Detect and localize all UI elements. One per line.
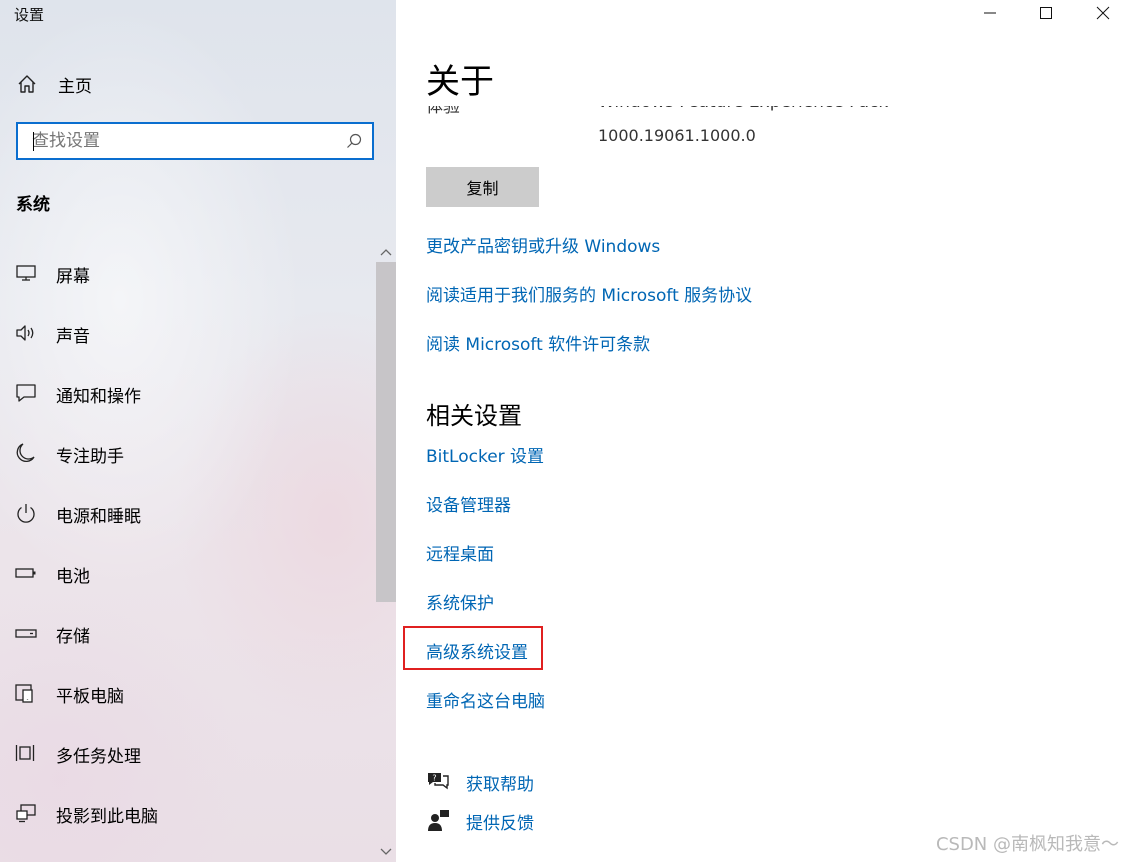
- feedback-icon: [428, 810, 449, 831]
- sidebar-item-label: 多任务处理: [56, 747, 141, 767]
- search-icon[interactable]: [346, 133, 362, 149]
- scroll-up-icon[interactable]: [379, 246, 393, 258]
- main-content: 体验 Windows Feature Experience Pack 关于 10…: [396, 0, 1127, 862]
- maximize-icon: [1040, 7, 1052, 19]
- app-title: 设置: [14, 6, 45, 24]
- close-button[interactable]: [1081, 0, 1125, 26]
- project-icon: [16, 804, 36, 823]
- give-feedback-link[interactable]: 提供反馈: [426, 808, 534, 834]
- experience-version: 1000.19061.1000.0: [598, 126, 756, 145]
- sidebar-item-display[interactable]: 屏幕: [0, 253, 370, 293]
- sidebar-item-label: 平板电脑: [56, 687, 124, 707]
- sidebar-item-label: 主页: [58, 76, 92, 97]
- text-caret: [33, 132, 34, 151]
- sidebar-item-label: 通知和操作: [56, 387, 141, 407]
- tablet-icon: [15, 684, 33, 703]
- monitor-icon: [16, 265, 36, 281]
- home-icon: [18, 75, 36, 93]
- sidebar-item-label: 屏幕: [56, 267, 90, 287]
- sidebar-item-label: 电池: [56, 567, 90, 587]
- scrollbar-thumb[interactable]: [376, 262, 396, 602]
- help-chat-icon: ?: [428, 773, 449, 790]
- page-title: 关于: [426, 60, 1026, 106]
- sidebar-item-focus-assist[interactable]: 专注助手: [0, 433, 370, 473]
- watermark: CSDN @南枫知我意～: [935, 834, 1119, 855]
- scroll-down-icon[interactable]: [379, 846, 393, 858]
- speaker-icon: [16, 325, 34, 341]
- bitlocker-settings-link[interactable]: BitLocker 设置: [426, 442, 544, 467]
- remote-desktop-link[interactable]: 远程桌面: [426, 540, 494, 565]
- sidebar-item-project[interactable]: 投影到此电脑: [0, 793, 370, 833]
- sidebar: 设置 主页 系统 屏幕 声音 通: [0, 0, 396, 862]
- notification-icon: [16, 384, 36, 402]
- advanced-system-settings-link[interactable]: 高级系统设置: [426, 638, 528, 663]
- moon-icon: [16, 443, 35, 463]
- sidebar-item-label: 电源和睡眠: [56, 507, 141, 527]
- sidebar-item-notifications[interactable]: 通知和操作: [0, 373, 370, 413]
- system-protection-link[interactable]: 系统保护: [426, 589, 494, 614]
- sidebar-item-label: 投影到此电脑: [56, 807, 158, 827]
- multitasking-icon: [15, 745, 35, 761]
- search-box[interactable]: [16, 122, 374, 160]
- sidebar-item-label: 声音: [56, 327, 90, 347]
- rename-pc-link[interactable]: 重命名这台电脑: [426, 687, 545, 712]
- sidebar-item-sound[interactable]: 声音: [0, 313, 370, 353]
- svg-text:?: ?: [432, 774, 436, 783]
- get-help-label: 获取帮助: [466, 775, 534, 795]
- sidebar-item-power-sleep[interactable]: 电源和睡眠: [0, 493, 370, 533]
- sidebar-item-home[interactable]: 主页: [16, 70, 92, 98]
- sidebar-item-storage[interactable]: 存储: [0, 613, 370, 653]
- copy-button[interactable]: 复制: [426, 167, 539, 207]
- get-help-link[interactable]: ? 获取帮助: [426, 769, 534, 795]
- related-settings-title: 相关设置: [426, 402, 522, 430]
- search-input[interactable]: [32, 124, 332, 158]
- power-icon: [17, 504, 35, 523]
- sidebar-item-multitasking[interactable]: 多任务处理: [0, 733, 370, 773]
- sidebar-item-battery[interactable]: 电池: [0, 553, 370, 593]
- sidebar-item-label: 存储: [56, 627, 90, 647]
- give-feedback-label: 提供反馈: [466, 814, 534, 834]
- battery-icon: [15, 568, 36, 578]
- license-terms-link[interactable]: 阅读 Microsoft 软件许可条款: [426, 330, 650, 355]
- storage-icon: [15, 629, 37, 638]
- device-manager-link[interactable]: 设备管理器: [426, 491, 511, 516]
- maximize-button[interactable]: [1024, 0, 1068, 26]
- service-agreement-link[interactable]: 阅读适用于我们服务的 Microsoft 服务协议: [426, 281, 752, 306]
- sidebar-scrollbar[interactable]: [376, 240, 396, 862]
- section-title: 系统: [16, 195, 50, 215]
- minimize-button[interactable]: [968, 0, 1012, 26]
- change-product-key-link[interactable]: 更改产品密钥或升级 Windows: [426, 232, 660, 257]
- sidebar-item-label: 专注助手: [56, 447, 124, 467]
- close-icon: [1096, 6, 1110, 20]
- minimize-icon: [984, 12, 996, 14]
- sidebar-item-tablet[interactable]: 平板电脑: [0, 673, 370, 713]
